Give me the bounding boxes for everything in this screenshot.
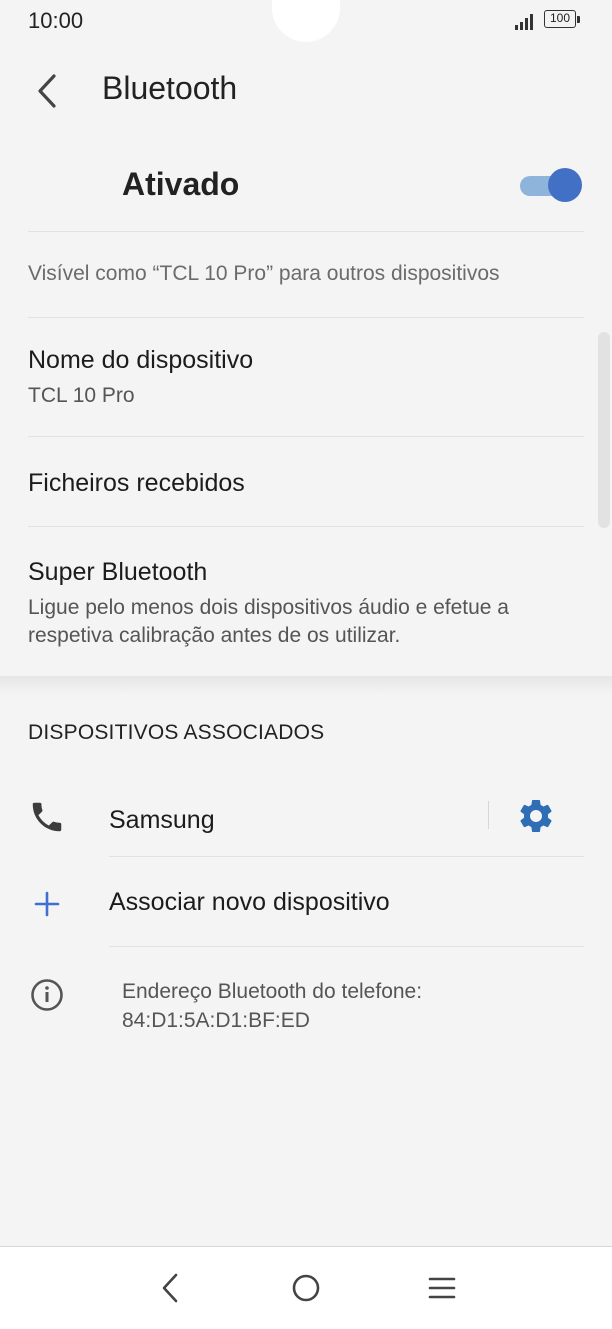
- battery-icon: 100: [544, 10, 580, 30]
- bluetooth-status-label: Ativado: [122, 166, 240, 202]
- divider: [109, 856, 584, 857]
- super-bluetooth-desc-line1: Ligue pelo menos dois dispositivos áudio…: [28, 596, 509, 619]
- camera-notch: [272, 0, 340, 42]
- page-title: Bluetooth: [102, 70, 238, 106]
- divider: [28, 231, 584, 232]
- nav-home-button[interactable]: [284, 1266, 328, 1310]
- bluetooth-toggle[interactable]: [520, 168, 582, 202]
- info-icon: [30, 978, 64, 1012]
- vertical-divider: [488, 801, 489, 829]
- device-name-value: TCL 10 Pro: [28, 384, 135, 407]
- device-name-setting[interactable]: Nome do dispositivo TCL 10 Pro: [0, 318, 596, 436]
- pair-new-device-label: Associar novo dispositivo: [109, 888, 390, 916]
- plus-icon: [34, 891, 60, 917]
- super-bluetooth-item[interactable]: Super Bluetooth Ligue pelo menos dois di…: [0, 527, 596, 675]
- nav-recents-button[interactable]: [420, 1266, 464, 1310]
- section-separator: [0, 676, 612, 694]
- bluetooth-address-label: Endereço Bluetooth do telefone:: [122, 980, 423, 1003]
- visibility-text: Visível como “TCL 10 Pro” para outros di…: [28, 262, 500, 285]
- paired-device-item[interactable]: Samsung: [0, 780, 480, 856]
- status-time: 10:00: [28, 8, 84, 33]
- paired-devices-heading: DISPOSITIVOS ASSOCIADOS: [28, 721, 325, 744]
- device-name-title: Nome do dispositivo: [28, 346, 254, 374]
- menu-lines-icon: [428, 1277, 456, 1299]
- phone-icon: [28, 798, 66, 836]
- paired-device-name: Samsung: [109, 806, 215, 834]
- back-arrow-icon: [38, 74, 56, 108]
- signal-icon: [514, 12, 536, 30]
- bluetooth-address-value: 84:D1:5A:D1:BF:ED: [122, 1009, 310, 1032]
- super-bluetooth-desc-line2: respetiva calibração antes de os utiliza…: [28, 624, 401, 647]
- home-circle-icon: [292, 1274, 320, 1302]
- received-files-title: Ficheiros recebidos: [28, 469, 245, 497]
- device-settings-button[interactable]: [516, 796, 556, 836]
- nav-back-icon: [162, 1273, 178, 1303]
- back-button[interactable]: [30, 72, 64, 110]
- super-bluetooth-title: Super Bluetooth: [28, 558, 208, 586]
- scrollbar[interactable]: [598, 332, 610, 528]
- pair-new-device-item[interactable]: Associar novo dispositivo: [0, 858, 596, 946]
- divider: [109, 946, 584, 947]
- nav-back-button[interactable]: [148, 1266, 192, 1310]
- received-files-item[interactable]: Ficheiros recebidos: [0, 437, 596, 526]
- battery-level: 100: [544, 10, 576, 28]
- gear-icon: [520, 799, 552, 832]
